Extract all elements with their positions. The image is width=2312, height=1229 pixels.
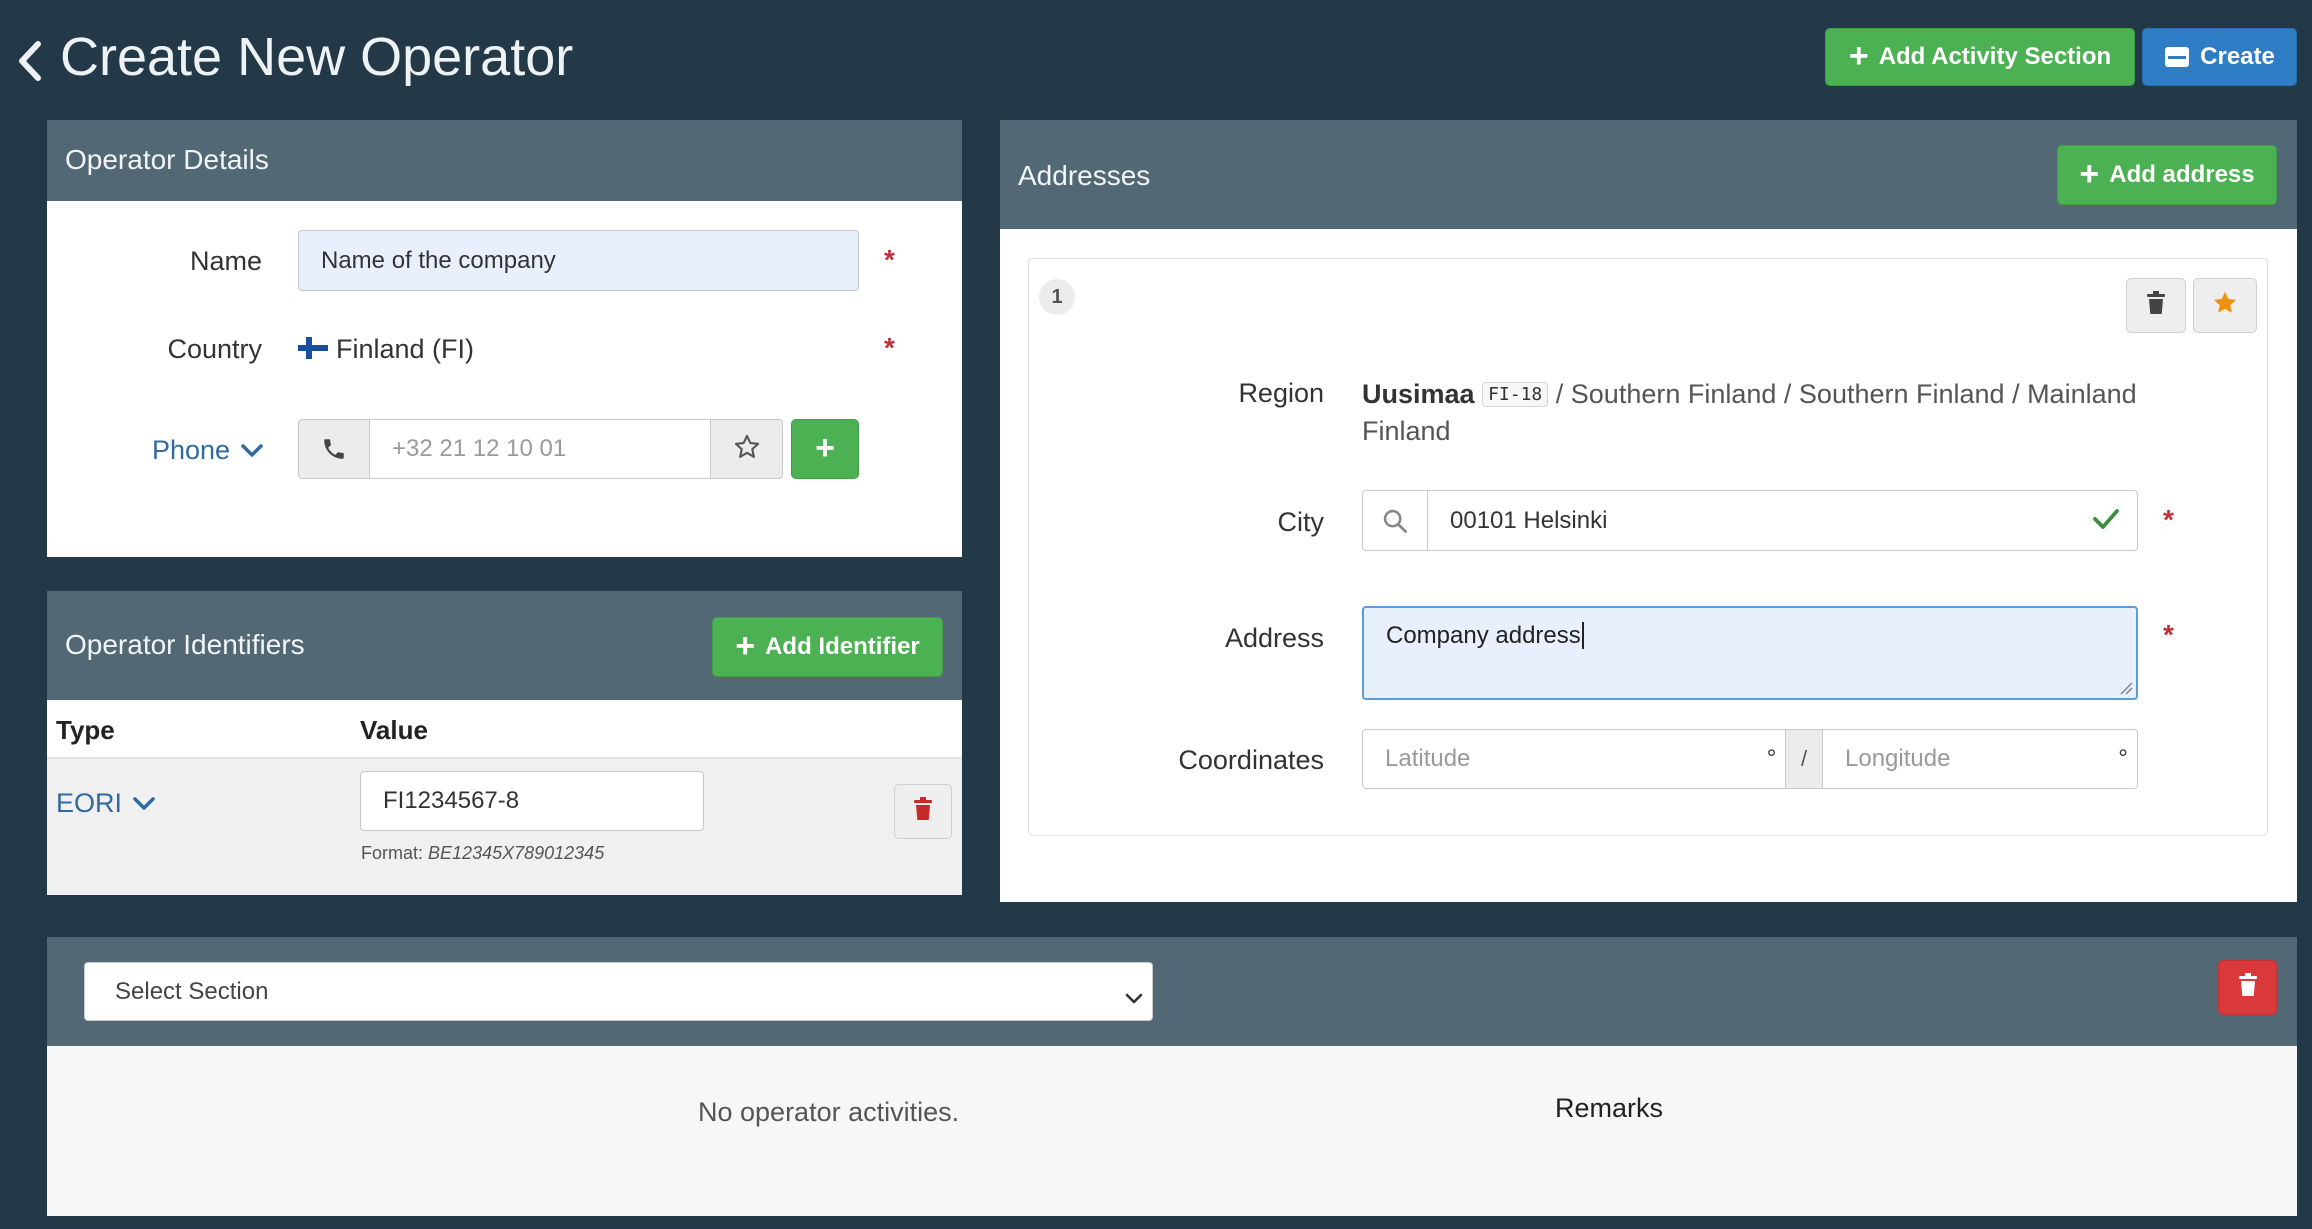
address-textarea[interactable]: Company address xyxy=(1362,606,2138,700)
plus-icon: + xyxy=(2079,154,2100,193)
address-index-badge: 1 xyxy=(1039,279,1075,315)
country-label: Country xyxy=(167,334,262,364)
remarks-label: Remarks xyxy=(1555,1093,1664,1123)
longitude-input[interactable]: Longitude xyxy=(1822,729,2110,789)
trash-icon xyxy=(2238,973,2258,1002)
address-label: Address xyxy=(1224,623,1324,653)
add-identifier-button[interactable]: + Add Identifier xyxy=(712,617,943,677)
format-hint: Format: BE12345X789012345 xyxy=(361,843,605,863)
identifier-value-input[interactable]: FI1234567-8 xyxy=(360,771,704,831)
latitude-degree-unit: ° xyxy=(1757,729,1786,789)
page-title: Create New Operator xyxy=(60,27,574,87)
name-input[interactable]: Name of the company xyxy=(298,230,859,291)
coordinates-label: Coordinates xyxy=(1178,745,1324,775)
city-label: City xyxy=(1277,507,1325,537)
search-icon xyxy=(1362,490,1428,551)
create-button[interactable]: Create xyxy=(2142,28,2297,86)
country-required-mark: * xyxy=(884,332,895,363)
delete-identifier-button[interactable] xyxy=(894,784,952,839)
star-icon xyxy=(733,433,761,466)
table-row: EORI FI1234567-8 Format: BE12345X7890123… xyxy=(47,759,962,895)
text-cursor xyxy=(1581,622,1584,649)
check-icon xyxy=(2092,506,2120,537)
chevron-down-icon xyxy=(240,435,264,466)
plus-icon: + xyxy=(815,428,835,467)
value-column-header: Value xyxy=(360,715,428,745)
add-phone-button[interactable]: + xyxy=(791,419,859,479)
delete-address-button[interactable] xyxy=(2126,278,2186,333)
country-value: Finland (FI) xyxy=(336,334,475,364)
longitude-degree-unit: ° xyxy=(2109,729,2138,789)
resize-handle-icon[interactable] xyxy=(2119,681,2133,695)
star-icon xyxy=(2211,289,2239,322)
plus-icon: + xyxy=(1848,36,1869,75)
latitude-input[interactable]: Latitude xyxy=(1362,729,1758,789)
city-input[interactable]: 00101 Helsinki xyxy=(1427,490,2138,551)
name-required-mark: * xyxy=(884,244,895,275)
primary-address-button[interactable] xyxy=(2193,278,2257,333)
phone-input[interactable]: +32 21 12 10 01 xyxy=(369,419,711,479)
section-select[interactable]: Select Section xyxy=(84,962,1153,1021)
finland-flag-icon xyxy=(298,337,328,359)
add-activity-section-button[interactable]: + Add Activity Section xyxy=(1825,28,2135,86)
phone-favorite-button[interactable] xyxy=(710,419,783,479)
identifiers-heading: Operator Identifiers xyxy=(65,629,305,660)
trash-icon xyxy=(2146,291,2166,320)
city-required-mark: * xyxy=(2163,504,2174,535)
identifiers-table-header: Type Value xyxy=(47,700,962,759)
region-label: Region xyxy=(1238,378,1324,408)
type-column-header: Type xyxy=(56,715,115,745)
no-activities-text: No operator activities. xyxy=(698,1097,960,1127)
address-required-mark: * xyxy=(2163,619,2174,650)
identifier-type-dropdown[interactable]: EORI xyxy=(56,788,156,819)
back-icon[interactable] xyxy=(14,38,48,84)
region-value: Uusimaa FI-18 / Southern Finland / South… xyxy=(1362,379,2137,446)
name-label: Name xyxy=(189,246,262,276)
trash-icon xyxy=(913,797,933,826)
plus-icon: + xyxy=(735,626,756,665)
region-code-badge: FI-18 xyxy=(1482,382,1549,407)
save-icon xyxy=(2164,46,2190,68)
chevron-down-icon xyxy=(1124,985,1144,1013)
coordinate-separator: / xyxy=(1785,729,1823,789)
chevron-down-icon xyxy=(132,788,156,819)
operator-details-header: Operator Details xyxy=(47,120,962,201)
addresses-heading: Addresses xyxy=(1018,160,1151,191)
phone-icon xyxy=(298,419,370,479)
activity-section-body: No operator activities. Remarks xyxy=(47,1046,2297,1216)
delete-section-button[interactable] xyxy=(2218,960,2277,1015)
add-address-button[interactable]: + Add address xyxy=(2057,145,2277,205)
phone-type-dropdown[interactable]: Phone xyxy=(152,435,264,466)
operator-details-heading: Operator Details xyxy=(65,144,269,175)
